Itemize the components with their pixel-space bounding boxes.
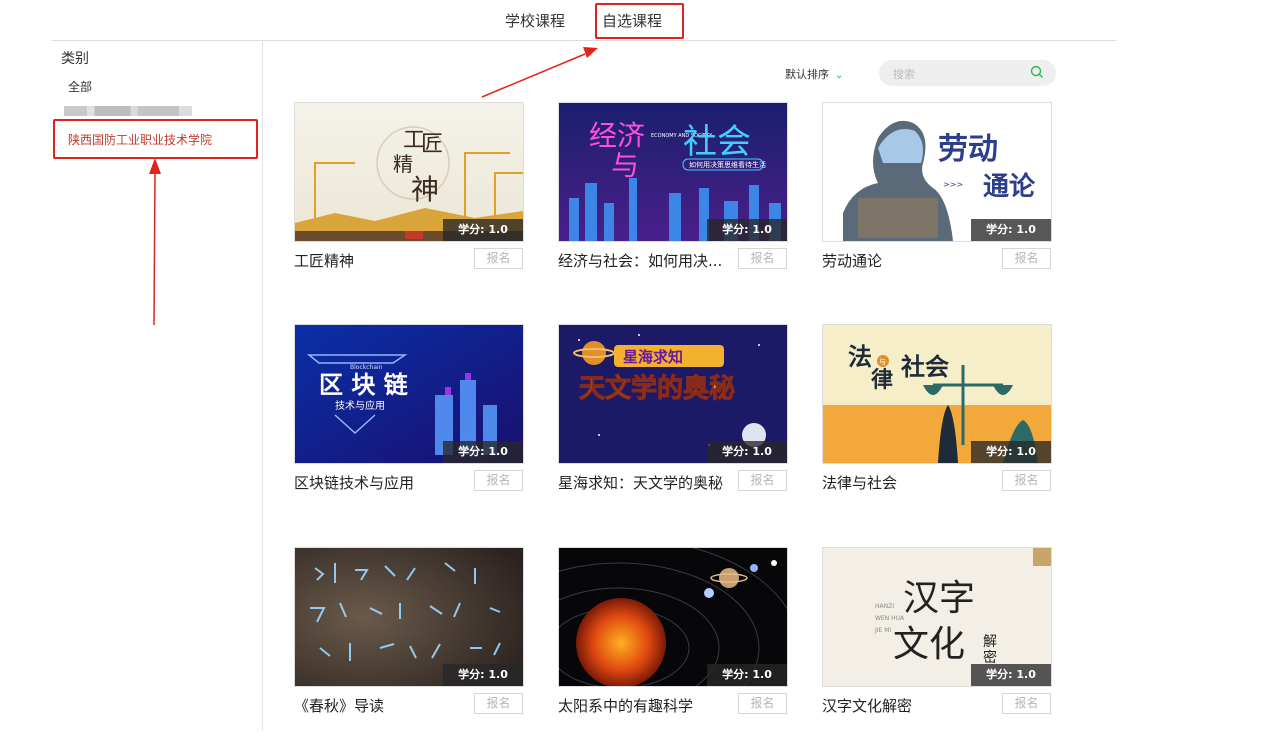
tab-elective-courses[interactable]: 自选课程 — [602, 10, 662, 31]
course-card[interactable]: 星海求知 天文学的奥秘 学分: 1.0 星海求知：天文学的奥秘 报名 — [558, 324, 788, 514]
redacted-category-item[interactable] — [64, 106, 192, 116]
annotation-arrow-tab — [481, 53, 586, 98]
svg-text:通论: 通论 — [983, 172, 1036, 202]
svg-text:精: 精 — [393, 152, 413, 176]
course-card[interactable]: 法 与 律 社会 学分: 1.0 法律与社会 报名 — [822, 324, 1052, 514]
enroll-button[interactable]: 报名 — [474, 248, 523, 269]
svg-text:WEN HUA: WEN HUA — [875, 615, 905, 622]
course-title[interactable]: 《春秋》导读 — [294, 695, 472, 716]
course-title[interactable]: 工匠精神 — [294, 250, 472, 271]
credit-badge: 学分: 1.0 — [707, 664, 787, 686]
course-cover[interactable]: 星海求知 天文学的奥秘 学分: 1.0 — [558, 324, 788, 464]
course-title[interactable]: 区块链技术与应用 — [294, 472, 472, 493]
category-item-school[interactable]: 陕西国防工业职业技术学院 — [68, 131, 212, 148]
search-input[interactable] — [891, 65, 1025, 83]
course-title[interactable]: 经济与社会：如何用决... — [558, 250, 736, 271]
course-card[interactable]: 学分: 1.0 太阳系中的有趣科学 报名 — [558, 547, 788, 737]
search-icon[interactable] — [1030, 65, 1044, 79]
enroll-button[interactable]: 报名 — [1002, 693, 1051, 714]
svg-text:社会: 社会 — [901, 352, 949, 381]
svg-text:律: 律 — [871, 367, 893, 393]
credit-badge: 学分: 1.0 — [443, 441, 523, 463]
category-sidebar: 类别 全部 陕西国防工业职业技术学院 — [52, 41, 263, 731]
svg-text:JIE MI: JIE MI — [874, 627, 891, 634]
course-card[interactable]: 工 匠 精 神 学分: 1.0 工匠精神 报名 — [294, 102, 524, 292]
svg-text:法: 法 — [848, 342, 872, 371]
course-title[interactable]: 星海求知：天文学的奥秘 — [558, 472, 736, 493]
svg-text:文化: 文化 — [893, 624, 965, 665]
course-card[interactable]: 劳动 通论 >>> 学分: 1.0 劳动通论 报名 — [822, 102, 1052, 292]
course-title[interactable]: 汉字文化解密 — [822, 695, 1000, 716]
credit-badge: 学分: 1.0 — [443, 664, 523, 686]
course-title[interactable]: 太阳系中的有趣科学 — [558, 695, 736, 716]
sort-dropdown[interactable]: 默认排序 ⌄ — [785, 66, 843, 82]
course-cover[interactable]: 劳动 通论 >>> 学分: 1.0 — [822, 102, 1052, 242]
course-card[interactable]: Blockchain 区 块 链 技术与应用 学分: 1.0 区块链技术与应用 … — [294, 324, 524, 514]
credit-badge: 学分: 1.0 — [443, 219, 523, 241]
course-cover[interactable]: 经济 与 ECONOMY AND SOCIETY 社会 如何用决策思维看待生活 … — [558, 102, 788, 242]
enroll-button[interactable]: 报名 — [474, 470, 523, 491]
enroll-button[interactable]: 报名 — [738, 248, 787, 269]
sort-label: 默认排序 — [785, 68, 829, 81]
svg-text:如何用决策思维看待生活: 如何用决策思维看待生活 — [689, 160, 766, 169]
category-title: 类别 — [61, 51, 89, 67]
search-box — [879, 60, 1056, 86]
svg-text:匠: 匠 — [421, 132, 443, 157]
course-card[interactable]: 学分: 1.0 《春秋》导读 报名 — [294, 547, 524, 737]
svg-text:神: 神 — [411, 173, 439, 206]
svg-text:与: 与 — [611, 149, 639, 182]
svg-text:Blockchain: Blockchain — [350, 364, 383, 371]
svg-text:解: 解 — [983, 634, 997, 650]
svg-text:技术与应用: 技术与应用 — [335, 399, 385, 412]
course-card[interactable]: 经济 与 ECONOMY AND SOCIETY 社会 如何用决策思维看待生活 … — [558, 102, 788, 292]
svg-text:劳动: 劳动 — [938, 132, 998, 167]
course-cover[interactable]: 学分: 1.0 — [558, 547, 788, 687]
category-item-all[interactable]: 全部 — [68, 78, 92, 95]
svg-text:与: 与 — [879, 358, 886, 366]
svg-text:天文学的奥秘: 天文学的奥秘 — [579, 373, 735, 404]
credit-badge: 学分: 1.0 — [971, 664, 1051, 686]
course-cover[interactable]: HANZI WEN HUA JIE MI 汉字 文化 解 密 学分: 1.0 — [822, 547, 1052, 687]
enroll-button[interactable]: 报名 — [474, 693, 523, 714]
course-cover[interactable]: 法 与 律 社会 学分: 1.0 — [822, 324, 1052, 464]
svg-text:区 块 链: 区 块 链 — [319, 371, 409, 399]
svg-text:社会: 社会 — [683, 122, 751, 162]
enroll-button[interactable]: 报名 — [738, 693, 787, 714]
svg-text:汉字: 汉字 — [903, 578, 975, 619]
svg-text:HANZI: HANZI — [875, 603, 894, 610]
course-tabs: 学校课程 自选课程 — [0, 0, 1267, 41]
enroll-button[interactable]: 报名 — [1002, 248, 1051, 269]
course-cover[interactable]: Blockchain 区 块 链 技术与应用 学分: 1.0 — [294, 324, 524, 464]
svg-text:星海求知: 星海求知 — [623, 348, 683, 366]
credit-badge: 学分: 1.0 — [707, 219, 787, 241]
chevron-down-icon: ⌄ — [835, 70, 844, 81]
enroll-button[interactable]: 报名 — [738, 470, 787, 491]
credit-badge: 学分: 1.0 — [971, 219, 1051, 241]
course-cover[interactable]: 学分: 1.0 — [294, 547, 524, 687]
svg-text:>>>: >>> — [943, 180, 963, 189]
course-title[interactable]: 法律与社会 — [822, 472, 1000, 493]
course-cover[interactable]: 工 匠 精 神 学分: 1.0 — [294, 102, 524, 242]
enroll-button[interactable]: 报名 — [1002, 470, 1051, 491]
svg-text:经济: 经济 — [589, 119, 645, 152]
tab-school-courses[interactable]: 学校课程 — [505, 10, 565, 31]
course-card[interactable]: HANZI WEN HUA JIE MI 汉字 文化 解 密 学分: 1.0 汉… — [822, 547, 1052, 737]
credit-badge: 学分: 1.0 — [707, 441, 787, 463]
course-title[interactable]: 劳动通论 — [822, 250, 1000, 271]
credit-badge: 学分: 1.0 — [971, 441, 1051, 463]
